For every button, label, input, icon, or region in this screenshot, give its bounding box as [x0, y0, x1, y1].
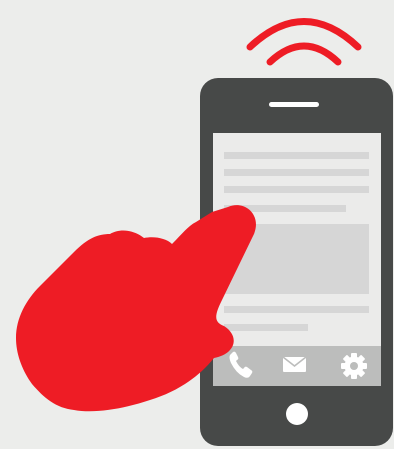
- text-line: [224, 324, 308, 331]
- signal-wave-inner: [266, 42, 342, 66]
- gear-icon: [341, 353, 367, 379]
- text-line: [224, 169, 369, 176]
- phone-speaker: [269, 102, 319, 107]
- text-line: [224, 186, 369, 193]
- hand-phone-illustration: [16, 18, 393, 446]
- wireless-signal-icon: [246, 18, 362, 66]
- text-line: [224, 306, 369, 313]
- text-line: [224, 152, 369, 159]
- illustration: [0, 0, 394, 449]
- home-button: [286, 403, 308, 425]
- mail-icon: [282, 356, 307, 372]
